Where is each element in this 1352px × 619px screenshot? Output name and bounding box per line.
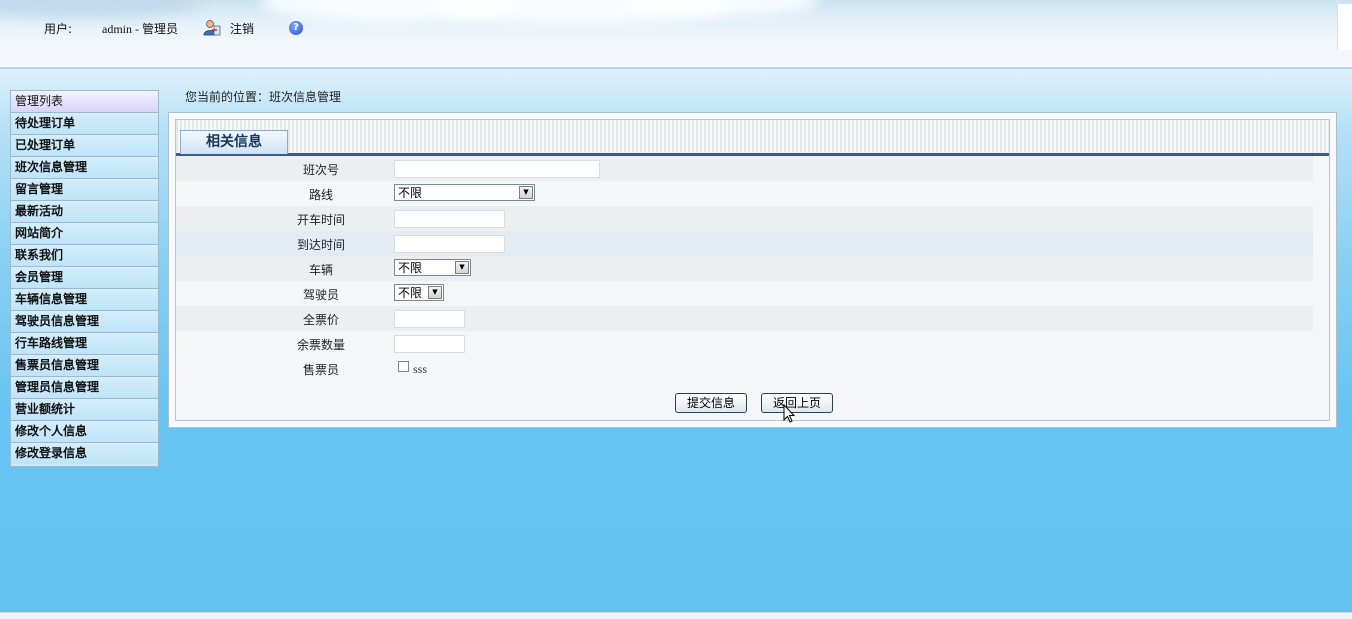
breadcrumb: 您当前的位置：班次信息管理 — [185, 90, 342, 104]
arrive-time-label: 到达时间 — [296, 238, 345, 252]
mouse-cursor-icon — [783, 404, 796, 423]
sidebar-item-routes[interactable]: 行车路线管理 — [11, 333, 158, 355]
question-circle-icon[interactable]: ? — [289, 21, 303, 35]
form-row-depart-time: 开车时间 — [176, 206, 1313, 231]
cloud-decoration — [0, 0, 200, 18]
sidebar-item-contact[interactable]: 联系我们 — [11, 245, 158, 267]
sidebar-item-admins[interactable]: 管理员信息管理 — [11, 377, 158, 399]
form-row-route: 路线 不限 ▼ — [176, 181, 1313, 206]
info-panel: 相关信息 班次号 路线 不限 ▼ 开车时间 到达时间 车辆 不限 ▼ 驾驶员 不… — [168, 112, 1337, 428]
driver-label: 驾驶员 — [302, 288, 339, 302]
form-row-vehicle: 车辆 不限 ▼ — [176, 256, 1313, 281]
logout-link[interactable]: 注销 — [230, 20, 254, 37]
remaining-label: 余票数量 — [296, 338, 345, 352]
submit-button[interactable]: 提交信息 — [675, 393, 747, 413]
top-header: 用户: admin - 管理员 注销 ? — [0, 0, 1352, 68]
sidebar-item-pending-orders[interactable]: 待处理订单 — [11, 113, 158, 135]
info-panel-inner: 相关信息 班次号 路线 不限 ▼ 开车时间 到达时间 车辆 不限 ▼ 驾驶员 不… — [175, 119, 1330, 421]
form-row-remaining: 余票数量 — [176, 331, 1313, 356]
user-label: 用户: — [44, 22, 73, 36]
depart-time-label: 开车时间 — [296, 213, 345, 227]
sidebar-item-shift-management[interactable]: 班次信息管理 — [11, 157, 158, 179]
sidebar-menu: 管理列表 待处理订单 已处理订单 班次信息管理 留言管理 最新活动 网站简介 联… — [10, 90, 159, 467]
form-row-shift-no: 班次号 — [176, 156, 1313, 181]
chevron-down-icon: ▼ — [428, 286, 442, 299]
form-row-full-price: 全票价 — [176, 306, 1313, 331]
sidebar-item-site-intro[interactable]: 网站简介 — [11, 223, 158, 245]
sidebar-item-messages[interactable]: 留言管理 — [11, 179, 158, 201]
header-edge — [1337, 4, 1352, 50]
tab-related-info[interactable]: 相关信息 — [180, 130, 288, 154]
driver-select[interactable]: 不限 ▼ — [394, 284, 444, 301]
seller-option-label: sss — [413, 362, 428, 376]
seller-checkbox[interactable] — [398, 361, 409, 372]
user-logout-icon[interactable] — [203, 19, 221, 37]
sidebar-item-members[interactable]: 会员管理 — [11, 267, 158, 289]
sidebar-item-edit-profile[interactable]: 修改个人信息 — [11, 421, 158, 443]
panel-tabbar: 相关信息 — [176, 120, 1329, 156]
chevron-down-icon: ▼ — [455, 261, 469, 274]
vehicle-select[interactable]: 不限 ▼ — [394, 259, 471, 276]
driver-select-value: 不限 — [398, 286, 423, 300]
remaining-input[interactable] — [394, 335, 465, 353]
route-select-value: 不限 — [398, 186, 423, 200]
user-name: admin - 管理员 — [102, 22, 178, 36]
route-select[interactable]: 不限 ▼ — [394, 184, 535, 201]
shift-no-input[interactable] — [394, 160, 600, 178]
arrive-time-input[interactable] — [394, 235, 505, 253]
sidebar-item-ticket-sellers[interactable]: 售票员信息管理 — [11, 355, 158, 377]
form-row-arrive-time: 到达时间 — [176, 231, 1313, 256]
full-price-input[interactable] — [394, 310, 465, 328]
depart-time-input[interactable] — [394, 210, 505, 228]
form-row-seller: 售票员 sss — [176, 356, 1313, 381]
sidebar-item-revenue-stats[interactable]: 营业额统计 — [11, 399, 158, 421]
seller-label: 售票员 — [302, 363, 339, 377]
sidebar-item-processed-orders[interactable]: 已处理订单 — [11, 135, 158, 157]
route-label: 路线 — [308, 188, 333, 202]
sidebar-item-vehicles[interactable]: 车辆信息管理 — [11, 289, 158, 311]
vehicle-label: 车辆 — [308, 263, 333, 277]
chevron-down-icon: ▼ — [519, 186, 533, 199]
sidebar-title: 管理列表 — [11, 91, 158, 113]
sidebar-item-edit-login[interactable]: 修改登录信息 — [11, 443, 158, 464]
shift-no-label: 班次号 — [302, 163, 339, 177]
sidebar-item-drivers[interactable]: 驾驶员信息管理 — [11, 311, 158, 333]
form-row-driver: 驾驶员 不限 ▼ — [176, 281, 1313, 306]
sidebar-item-latest-events[interactable]: 最新活动 — [11, 201, 158, 223]
vehicle-select-value: 不限 — [398, 261, 423, 275]
full-price-label: 全票价 — [302, 313, 339, 327]
back-button[interactable]: 返回上页 — [761, 393, 833, 413]
